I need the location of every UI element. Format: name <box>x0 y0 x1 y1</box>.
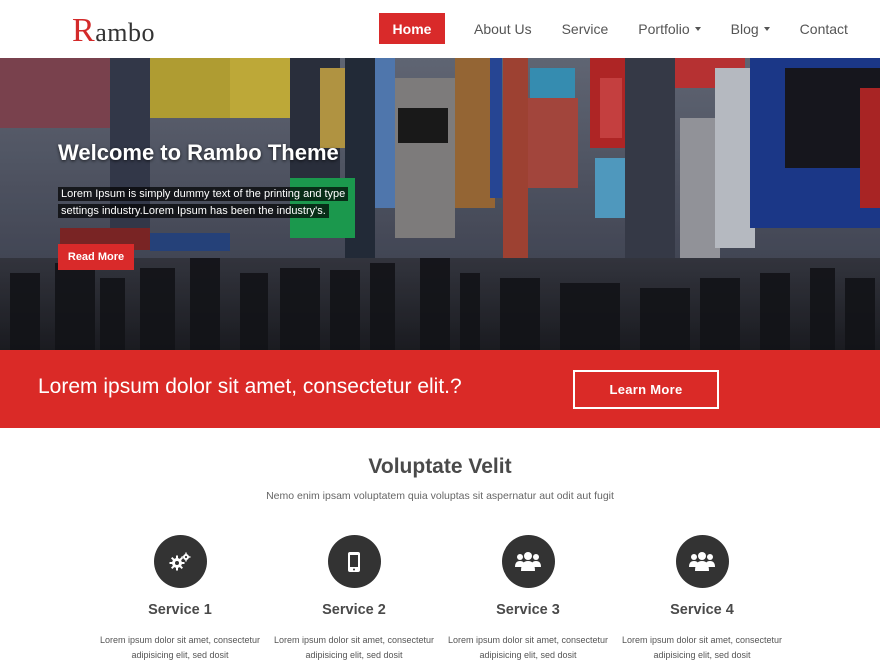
service-name: Service 1 <box>148 602 212 618</box>
service-card-4[interactable]: Service 4 Lorem ipsum dolor sit amet, co… <box>612 535 792 660</box>
hero-slider: Welcome to Rambo Theme Lorem Ipsum is si… <box>0 58 880 350</box>
main-nav: Home About Us Service Portfolio Blog Con… <box>379 13 863 44</box>
service-card-2[interactable]: Service 2 Lorem ipsum dolor sit amet, co… <box>264 535 444 660</box>
hero-description-text: Lorem Ipsum is simply dummy text of the … <box>58 187 349 218</box>
services-title: Voluptate Velit <box>368 455 512 478</box>
call-to-action-band: Lorem ipsum dolor sit amet, consectetur … <box>0 350 880 428</box>
mobile-icon <box>327 535 381 588</box>
nav-label: About Us <box>474 20 532 37</box>
caret-down-icon <box>763 26 770 31</box>
service-description: Lorem ipsum dolor sit amet, consectetur … <box>99 635 261 660</box>
service-card-3[interactable]: Service 3 Lorem ipsum dolor sit amet, co… <box>438 535 618 660</box>
services-subtitle: Nemo enim ipsam voluptatem quia voluptas… <box>266 490 614 502</box>
learn-more-button[interactable]: Learn More <box>573 370 719 409</box>
nav-item-home[interactable]: Home <box>379 13 445 44</box>
read-more-button[interactable]: Read More <box>58 244 134 270</box>
nav-item-about-us[interactable]: About Us <box>459 13 547 44</box>
hero-title: Welcome to Rambo Theme <box>58 140 339 165</box>
site-logo[interactable]: Rambo <box>72 12 155 50</box>
logo-initial: R <box>72 12 96 49</box>
hero-description: Lorem Ipsum is simply dummy text of the … <box>58 186 378 220</box>
gears-icon <box>153 535 207 588</box>
site-header: Rambo Home About Us Service Portfolio Bl… <box>0 0 880 58</box>
nav-item-portfolio[interactable]: Portfolio <box>623 13 715 44</box>
service-card-1[interactable]: Service 1 Lorem ipsum dolor sit amet, co… <box>90 535 270 660</box>
nav-label: Blog <box>730 20 759 37</box>
nav-label: Home <box>392 20 432 37</box>
cta-text: Lorem ipsum dolor sit amet, consectetur … <box>38 375 462 398</box>
nav-label: Service <box>561 20 609 37</box>
logo-text: ambo <box>95 18 155 47</box>
service-description: Lorem ipsum dolor sit amet, consectetur … <box>273 635 435 660</box>
nav-label: Portfolio <box>638 20 690 37</box>
service-name: Service 4 <box>670 602 734 618</box>
nav-label: Contact <box>799 20 848 37</box>
nav-item-blog[interactable]: Blog <box>716 13 785 44</box>
service-description: Lorem ipsum dolor sit amet, consectetur … <box>621 635 783 660</box>
nav-item-service[interactable]: Service <box>547 13 624 44</box>
service-name: Service 3 <box>496 602 560 618</box>
caret-down-icon <box>694 26 701 31</box>
users-icon <box>675 535 729 588</box>
service-name: Service 2 <box>322 602 386 618</box>
users-icon <box>501 535 555 588</box>
nav-item-contact[interactable]: Contact <box>785 13 863 44</box>
service-description: Lorem ipsum dolor sit amet, consectetur … <box>447 635 609 660</box>
